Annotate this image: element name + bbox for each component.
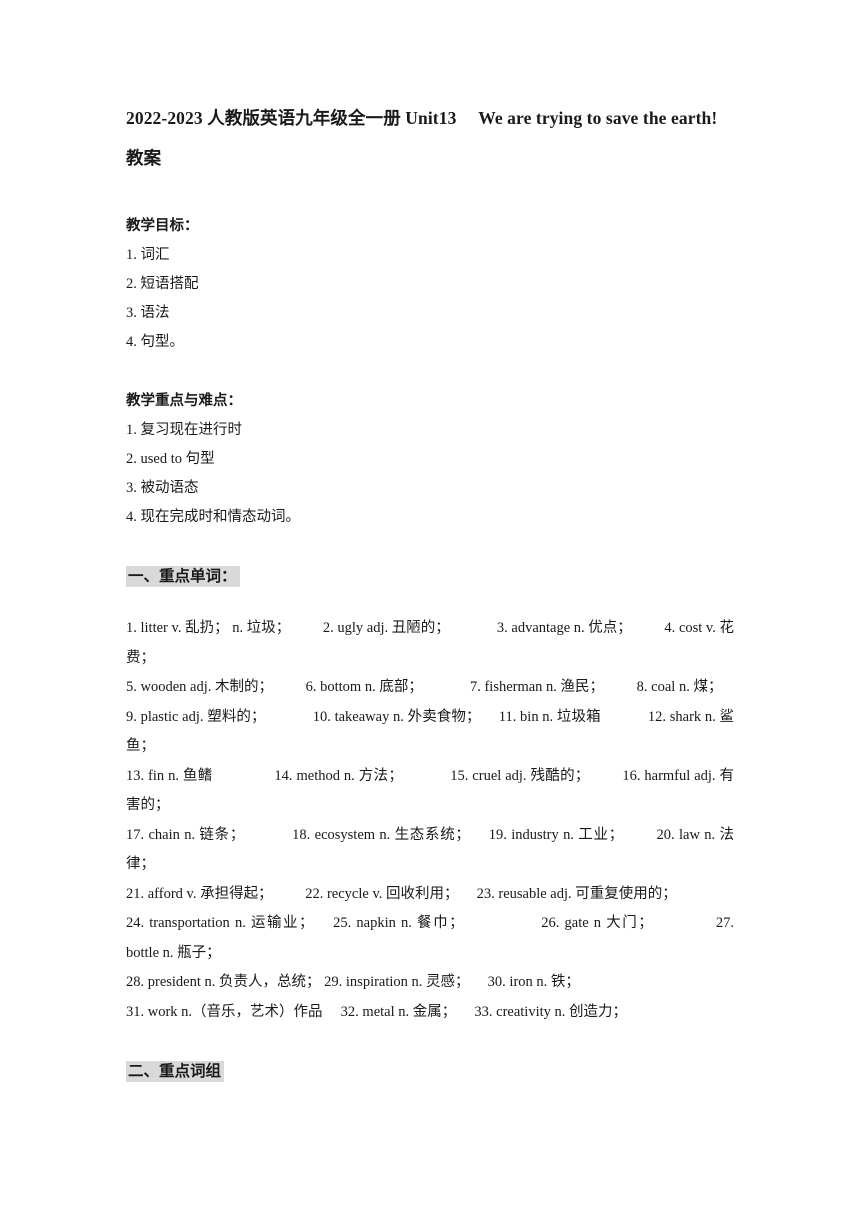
section-one-heading-text: 一、重点单词：	[126, 566, 240, 587]
vocabulary-line: 13. fin n. 鱼鳍 14. method n. 方法； 15. crue…	[126, 767, 734, 814]
section-two-heading: 二、重点词组	[126, 1057, 734, 1087]
objectives-item: 2. 短语搭配	[126, 276, 199, 292]
vocabulary-line: 24. transportation n. 运输业； 25. napkin n.…	[126, 915, 738, 961]
page-title: 2022-2023 人教版英语九年级全一册 Unit13 We are tryi…	[126, 108, 718, 168]
section-one-heading: 一、重点单词：	[126, 562, 734, 592]
vocabulary-line: 1. litter v. 乱扔； n. 垃圾； 2. ugly adj. 丑陋的…	[126, 620, 734, 666]
vocabulary-line: 21. afford v. 承担得起； 22. recycle v. 回收利用；…	[126, 885, 677, 902]
vocabulary-line: 5. wooden adj. 木制的； 6. bottom n. 底部； 7. …	[126, 679, 723, 695]
vocabulary-line: 9. plastic adj. 塑料的； 10. takeaway n. 外卖食…	[126, 708, 734, 755]
section-two-heading-text: 二、重点词组	[126, 1061, 225, 1082]
objectives-item: 3. 语法	[126, 305, 170, 321]
key-points-heading: 教学重点与难点：	[126, 393, 242, 409]
vocabulary-line: 28. president n. 负责人，总统； 29. inspiration…	[126, 974, 580, 990]
objectives-item: 4. 句型。	[126, 334, 184, 350]
objectives-heading: 教学目标：	[126, 218, 199, 234]
vocabulary-line: 17. chain n. 链条； 18. ecosystem n. 生态系统； …	[126, 826, 734, 873]
vocabulary-line: 31. work n.（音乐，艺术）作品 32. metal n. 金属； 33…	[126, 1003, 628, 1020]
key-points-item: 1. 复习现在进行时	[126, 422, 242, 438]
key-points-item: 2. used to 句型	[126, 451, 215, 467]
key-points-item: 3. 被动语态	[126, 480, 199, 496]
objectives-item: 1. 词汇	[126, 247, 170, 263]
document-body: 2022-2023 人教版英语九年级全一册 Unit13 We are tryi…	[126, 98, 734, 1087]
document-page: 2022-2023 人教版英语九年级全一册 Unit13 We are tryi…	[0, 0, 860, 1216]
key-points-item: 4. 现在完成时和情态动词。	[126, 509, 300, 525]
